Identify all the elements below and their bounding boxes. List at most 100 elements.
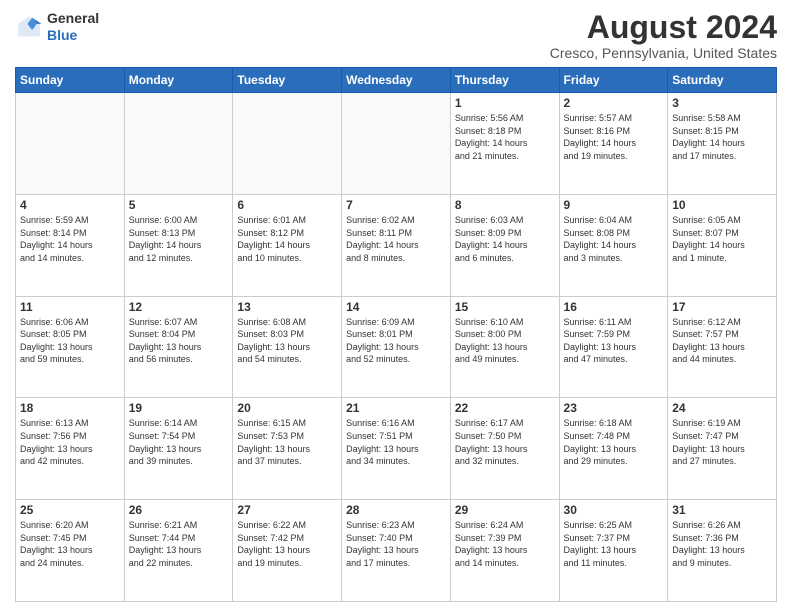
col-sunday: Sunday (16, 68, 125, 93)
day-cell: 30 Sunrise: 6:25 AMSunset: 7:37 PMDayligh… (559, 500, 668, 602)
logo-text: General Blue (47, 10, 99, 44)
day-info: Sunrise: 6:17 AMSunset: 7:50 PMDaylight:… (455, 417, 555, 467)
day-number: 8 (455, 198, 555, 212)
subtitle: Cresco, Pennsylvania, United States (550, 45, 777, 61)
logo-blue: Blue (47, 27, 77, 43)
col-friday: Friday (559, 68, 668, 93)
week-row-4: 25 Sunrise: 6:20 AMSunset: 7:45 PMDayligh… (16, 500, 777, 602)
page: General Blue August 2024 Cresco, Pennsyl… (0, 0, 792, 612)
day-cell: 16 Sunrise: 6:11 AMSunset: 7:59 PMDayligh… (559, 296, 668, 398)
day-number: 14 (346, 300, 446, 314)
col-monday: Monday (124, 68, 233, 93)
day-cell: 25 Sunrise: 6:20 AMSunset: 7:45 PMDayligh… (16, 500, 125, 602)
day-number: 12 (129, 300, 229, 314)
day-cell: 12 Sunrise: 6:07 AMSunset: 8:04 PMDayligh… (124, 296, 233, 398)
day-info: Sunrise: 6:13 AMSunset: 7:56 PMDaylight:… (20, 417, 120, 467)
day-cell: 9Sunrise: 6:04 AMSunset: 8:08 PMDaylight… (559, 194, 668, 296)
main-title: August 2024 (550, 10, 777, 45)
day-number: 2 (564, 96, 664, 110)
day-info: Sunrise: 6:03 AMSunset: 8:09 PMDaylight:… (455, 214, 555, 264)
day-number: 3 (672, 96, 772, 110)
day-number: 19 (129, 401, 229, 415)
day-number: 4 (20, 198, 120, 212)
day-number: 30 (564, 503, 664, 517)
day-info: Sunrise: 5:58 AMSunset: 8:15 PMDaylight:… (672, 112, 772, 162)
day-info: Sunrise: 6:11 AMSunset: 7:59 PMDaylight:… (564, 316, 664, 366)
day-number: 23 (564, 401, 664, 415)
week-row-1: 4 Sunrise: 5:59 AMSunset: 8:14 PMDaylight… (16, 194, 777, 296)
day-info: Sunrise: 6:16 AMSunset: 7:51 PMDaylight:… (346, 417, 446, 467)
day-number: 20 (237, 401, 337, 415)
day-info: Sunrise: 5:59 AMSunset: 8:14 PMDaylight:… (20, 214, 120, 264)
day-info: Sunrise: 6:05 AMSunset: 8:07 PMDaylight:… (672, 214, 772, 264)
day-number: 16 (564, 300, 664, 314)
col-wednesday: Wednesday (342, 68, 451, 93)
day-cell (233, 93, 342, 195)
day-cell: 8 Sunrise: 6:03 AMSunset: 8:09 PMDaylight… (450, 194, 559, 296)
day-number: 10 (672, 198, 772, 212)
day-number: 21 (346, 401, 446, 415)
day-number: 18 (20, 401, 120, 415)
day-info: Sunrise: 6:00 AMSunset: 8:13 PMDaylight:… (129, 214, 229, 264)
col-thursday: Thursday (450, 68, 559, 93)
logo: General Blue (15, 10, 99, 44)
day-info: Sunrise: 6:23 AMSunset: 7:40 PMDaylight:… (346, 519, 446, 569)
day-cell: 6 Sunrise: 6:01 AMSunset: 8:12 PMDaylight… (233, 194, 342, 296)
day-info: Sunrise: 5:57 AMSunset: 8:16 PMDaylight:… (564, 112, 664, 162)
day-info: Sunrise: 6:07 AMSunset: 8:04 PMDaylight:… (129, 316, 229, 366)
day-cell: 20 Sunrise: 6:15 AMSunset: 7:53 PMDayligh… (233, 398, 342, 500)
day-info: Sunrise: 5:56 AMSunset: 8:18 PMDaylight:… (455, 112, 555, 162)
day-number: 1 (455, 96, 555, 110)
day-cell: 18 Sunrise: 6:13 AMSunset: 7:56 PMDayligh… (16, 398, 125, 500)
day-number: 15 (455, 300, 555, 314)
day-info: Sunrise: 6:01 AMSunset: 8:12 PMDaylight:… (237, 214, 337, 264)
day-cell (16, 93, 125, 195)
day-info: Sunrise: 6:15 AMSunset: 7:53 PMDaylight:… (237, 417, 337, 467)
day-cell: 3 Sunrise: 5:58 AMSunset: 8:15 PMDaylight… (668, 93, 777, 195)
col-tuesday: Tuesday (233, 68, 342, 93)
day-cell: 29 Sunrise: 6:24 AMSunset: 7:39 PMDayligh… (450, 500, 559, 602)
logo-icon (15, 13, 43, 41)
day-info: Sunrise: 6:12 AMSunset: 7:57 PMDaylight:… (672, 316, 772, 366)
day-info: Sunrise: 6:24 AMSunset: 7:39 PMDaylight:… (455, 519, 555, 569)
day-info: Sunrise: 6:06 AMSunset: 8:05 PMDaylight:… (20, 316, 120, 366)
day-cell: 19Sunrise: 6:14 AMSunset: 7:54 PMDayligh… (124, 398, 233, 500)
day-number: 26 (129, 503, 229, 517)
week-row-3: 18 Sunrise: 6:13 AMSunset: 7:56 PMDayligh… (16, 398, 777, 500)
day-number: 31 (672, 503, 772, 517)
day-number: 22 (455, 401, 555, 415)
title-area: August 2024 Cresco, Pennsylvania, United… (550, 10, 777, 61)
day-info: Sunrise: 6:21 AMSunset: 7:44 PMDaylight:… (129, 519, 229, 569)
header: General Blue August 2024 Cresco, Pennsyl… (15, 10, 777, 61)
week-row-2: 11Sunrise: 6:06 AMSunset: 8:05 PMDayligh… (16, 296, 777, 398)
day-info: Sunrise: 6:20 AMSunset: 7:45 PMDaylight:… (20, 519, 120, 569)
day-number: 25 (20, 503, 120, 517)
day-cell: 15 Sunrise: 6:10 AMSunset: 8:00 PMDayligh… (450, 296, 559, 398)
day-info: Sunrise: 6:10 AMSunset: 8:00 PMDaylight:… (455, 316, 555, 366)
day-number: 9 (564, 198, 664, 212)
header-row: Sunday Monday Tuesday Wednesday Thursday… (16, 68, 777, 93)
day-cell: 14 Sunrise: 6:09 AMSunset: 8:01 PMDayligh… (342, 296, 451, 398)
day-cell: 1 Sunrise: 5:56 AMSunset: 8:18 PMDaylight… (450, 93, 559, 195)
day-cell: 4 Sunrise: 5:59 AMSunset: 8:14 PMDaylight… (16, 194, 125, 296)
day-number: 13 (237, 300, 337, 314)
day-cell: 17 Sunrise: 6:12 AMSunset: 7:57 PMDayligh… (668, 296, 777, 398)
day-number: 24 (672, 401, 772, 415)
day-number: 5 (129, 198, 229, 212)
day-cell: 27 Sunrise: 6:22 AMSunset: 7:42 PMDayligh… (233, 500, 342, 602)
day-cell: 10 Sunrise: 6:05 AMSunset: 8:07 PMDayligh… (668, 194, 777, 296)
day-cell: 21 Sunrise: 6:16 AMSunset: 7:51 PMDayligh… (342, 398, 451, 500)
day-number: 17 (672, 300, 772, 314)
day-cell: 23Sunrise: 6:18 AMSunset: 7:48 PMDayligh… (559, 398, 668, 500)
day-number: 29 (455, 503, 555, 517)
day-info: Sunrise: 6:22 AMSunset: 7:42 PMDaylight:… (237, 519, 337, 569)
col-saturday: Saturday (668, 68, 777, 93)
day-info: Sunrise: 6:09 AMSunset: 8:01 PMDaylight:… (346, 316, 446, 366)
week-row-0: 1 Sunrise: 5:56 AMSunset: 8:18 PMDaylight… (16, 93, 777, 195)
day-info: Sunrise: 6:25 AMSunset: 7:37 PMDaylight:… (564, 519, 664, 569)
day-number: 27 (237, 503, 337, 517)
day-info: Sunrise: 6:08 AMSunset: 8:03 PMDaylight:… (237, 316, 337, 366)
day-cell: 22 Sunrise: 6:17 AMSunset: 7:50 PMDayligh… (450, 398, 559, 500)
day-cell: 5 Sunrise: 6:00 AMSunset: 8:13 PMDaylight… (124, 194, 233, 296)
day-number: 6 (237, 198, 337, 212)
